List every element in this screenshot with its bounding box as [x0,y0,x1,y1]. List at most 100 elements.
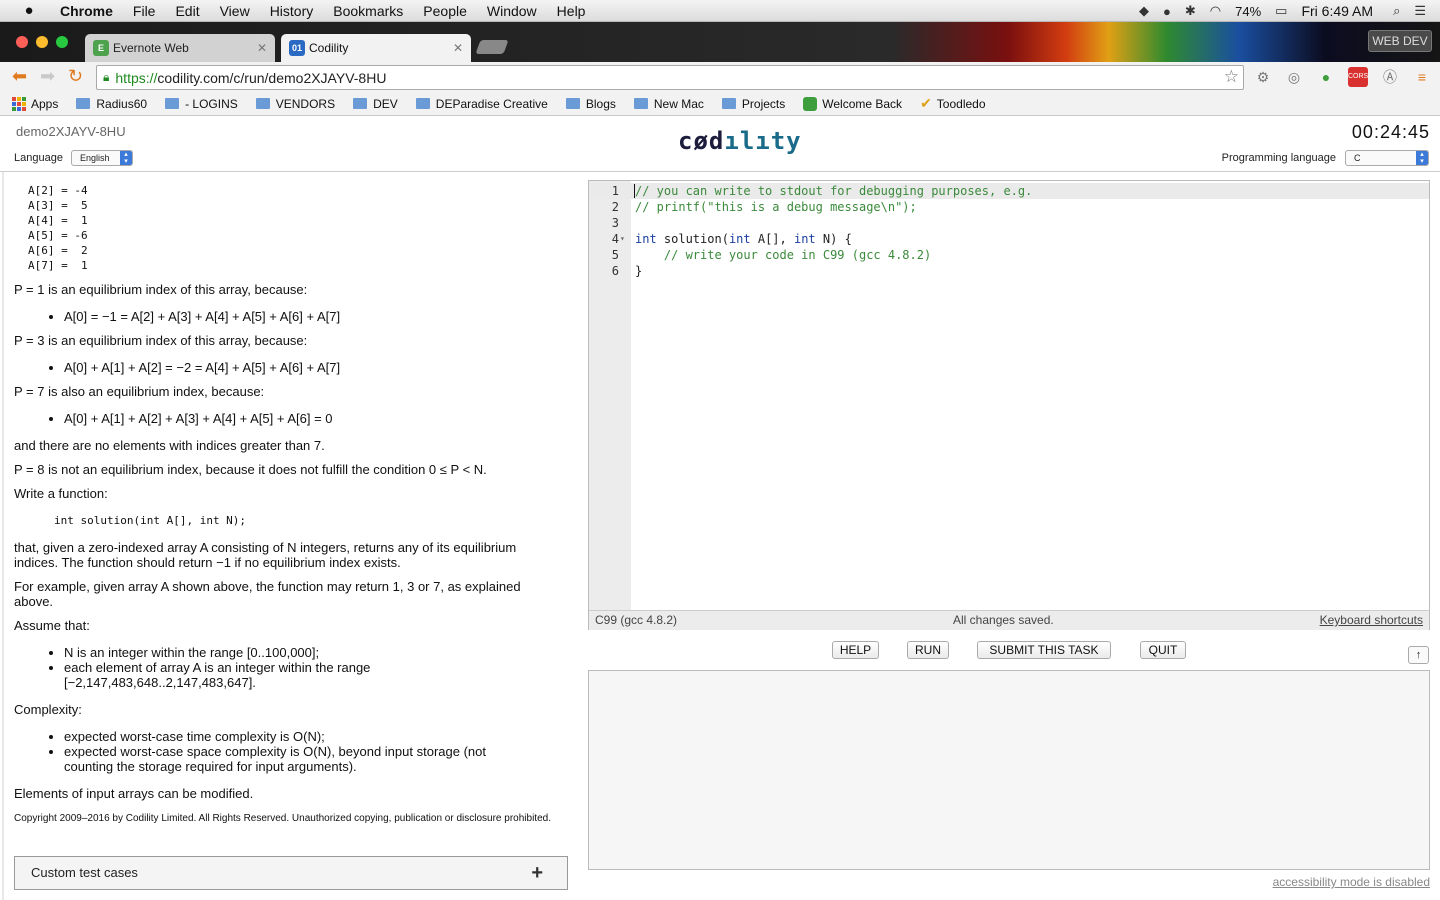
folder-icon [255,98,270,109]
folder-icon [353,98,368,109]
folder-icon [565,98,580,109]
tab-title: Evernote Web [113,41,189,55]
language-select[interactable]: English ▴ ▾ [71,150,133,166]
checkmark-icon: ✔ [920,95,932,111]
code-line[interactable]: 3 [589,215,1429,231]
bookmark-blogs[interactable]: Blogs [565,97,616,111]
help-button[interactable]: HELP [832,641,879,659]
task-paragraph: P = 1 is an equilibrium index of this ar… [14,282,308,297]
apple-menu-icon[interactable]: ● [20,2,38,19]
angular-extension-icon[interactable]: Ⓐ [1380,67,1400,87]
line-number: 2 [611,200,619,214]
task-paragraph: and there are no elements with indices g… [14,438,325,453]
bookmark-projects[interactable]: Projects [721,97,785,111]
bookmark-welcome-back[interactable]: Welcome Back [803,96,903,111]
menu-help[interactable]: Help [557,3,586,19]
bluetooth-icon[interactable]: ✱ [1185,3,1196,19]
minimize-window-icon[interactable] [36,36,48,48]
cors-extension-icon[interactable]: CORS [1348,67,1368,87]
bookmark-vendors[interactable]: VENDORS [255,97,335,111]
code-line[interactable]: 6} [589,263,1429,279]
url-path: codility.com/c/run/demo2XJAYV-8HU [157,69,387,86]
plus-icon[interactable]: + [531,857,543,889]
list-item: N is an integer within the range [0..100… [64,645,504,660]
list-item: A[0] + A[1] + A[2] + A[3] + A[4] + A[5] … [64,411,578,426]
menu-file[interactable]: File [133,3,156,19]
save-status: All changes saved. [953,613,1054,627]
back-arrow-icon[interactable]: ⬅ [12,66,27,87]
accessibility-mode-link[interactable]: accessibility mode is disabled [1273,875,1430,889]
keyboard-shortcuts-link[interactable]: Keyboard shortcuts [1320,611,1423,630]
url-scheme: https:// [115,69,158,86]
menu-view[interactable]: View [220,3,250,19]
dropbox-icon[interactable]: ◆ [1139,3,1149,19]
submit-task-button[interactable]: SUBMIT THIS TASK [977,641,1111,659]
spotlight-search-icon[interactable]: ⌕ [1393,3,1400,19]
browser-toolbar: ⬅ ➡ ↻ 🔒︎ https://codility.com/c/run/demo… [0,62,1440,92]
line-number: 3 [611,216,619,230]
menu-history[interactable]: History [270,3,314,19]
bookmark-apps[interactable]: Apps [12,96,59,111]
tab-codility[interactable]: 01 Codility ✕ [281,34,471,62]
run-button[interactable]: RUN [907,641,949,659]
task-description[interactable]: A[2] = -4 A[3] = 5 A[4] = 1 A[5] = -6 A[… [0,172,578,900]
evernote-extension-icon[interactable]: ● [1316,67,1336,87]
profile-button[interactable]: WEB DEV [1368,30,1432,52]
battery-percent[interactable]: 74% [1235,4,1261,19]
quit-button[interactable]: QUIT [1140,641,1186,659]
bookmark-dev[interactable]: DEV [353,97,398,111]
settings-gear-icon[interactable]: ⚙ [1253,67,1273,87]
extension-refresh-icon[interactable]: ◎ [1284,67,1304,87]
code-line[interactable]: 4 ▾ int solution(int A[], int N) { [589,231,1429,247]
code-line[interactable]: 1 // you can write to stdout for debuggin… [589,183,1429,199]
fold-arrow-icon[interactable]: ▾ [620,231,625,247]
menu-people[interactable]: People [423,3,467,19]
scroll-up-button[interactable]: ↑ [1408,646,1429,664]
code-line[interactable]: 2 // printf("this is a debug message\n"); [589,199,1429,215]
bookmark-toodledo[interactable]: ✔ Toodledo [920,95,985,112]
list-item: A[0] + A[1] + A[2] = −2 = A[4] + A[5] + … [64,360,578,375]
language-selected-value: English [80,153,110,163]
address-bar[interactable]: 🔒︎ https://codility.com/c/run/demo2XJAYV… [96,65,1244,90]
codility-page: demo2XJAYV-8HU Language English ▴ ▾ cødıl… [0,117,1440,900]
notification-icon[interactable]: ● [1163,4,1171,19]
new-tab-button[interactable] [475,40,509,54]
text-cursor [634,184,635,198]
bookmark-logins[interactable]: - LOGINS [165,97,238,111]
bookmark-new-mac[interactable]: New Mac [633,97,704,111]
evernote-icon [803,96,818,111]
notification-center-icon[interactable]: ☰ [1414,3,1426,19]
bookmark-label: Apps [31,96,59,111]
battery-icon[interactable]: ▭ [1275,3,1287,19]
bookmark-star-icon[interactable]: ☆ [1224,67,1239,87]
code-line[interactable]: 5 // write your code in C99 (gcc 4.8.2) [589,247,1429,263]
code-editor[interactable]: 1 // you can write to stdout for debuggin… [588,180,1430,630]
close-tab-icon[interactable]: ✕ [453,41,463,55]
close-tab-icon[interactable]: ✕ [257,41,267,55]
bookmark-deparadise[interactable]: DEParadise Creative [415,96,548,111]
programming-language-select[interactable]: C ▴ ▾ [1345,150,1429,166]
line-number: 1 [611,184,619,198]
close-window-icon[interactable] [16,36,28,48]
bookmark-radius60[interactable]: Radius60 [76,97,147,111]
task-list: expected worst-case time complexity is O… [64,729,504,774]
output-console[interactable] [588,670,1430,870]
array-example: A[2] = -4 A[3] = 5 A[4] = 1 A[5] = -6 A[… [28,184,88,272]
url-text[interactable]: https://codility.com/c/run/demo2XJAYV-8H… [115,70,386,86]
editor-language: C99 (gcc 4.8.2) [595,613,678,627]
tab-evernote[interactable]: E Evernote Web ✕ [85,34,275,62]
chrome-menu-icon[interactable]: ≡ [1412,67,1432,87]
menubar-clock[interactable]: Fri 6:49 AM [1301,3,1373,19]
custom-test-cases-toggle[interactable]: Custom test cases + [14,856,568,890]
bookmark-label: Welcome Back [822,96,903,111]
menu-bookmarks[interactable]: Bookmarks [333,3,403,19]
bookmark-label: DEParadise Creative [435,96,548,111]
reload-icon[interactable]: ↻ [68,66,83,87]
maximize-window-icon[interactable] [56,36,68,48]
menu-app-chrome[interactable]: Chrome [60,3,113,19]
wifi-icon[interactable]: ◠ [1210,3,1221,19]
forward-arrow-icon[interactable]: ➡ [40,66,55,87]
select-arrows-icon: ▴ ▾ [1416,151,1428,165]
menu-window[interactable]: Window [487,3,537,19]
menu-edit[interactable]: Edit [175,3,199,19]
